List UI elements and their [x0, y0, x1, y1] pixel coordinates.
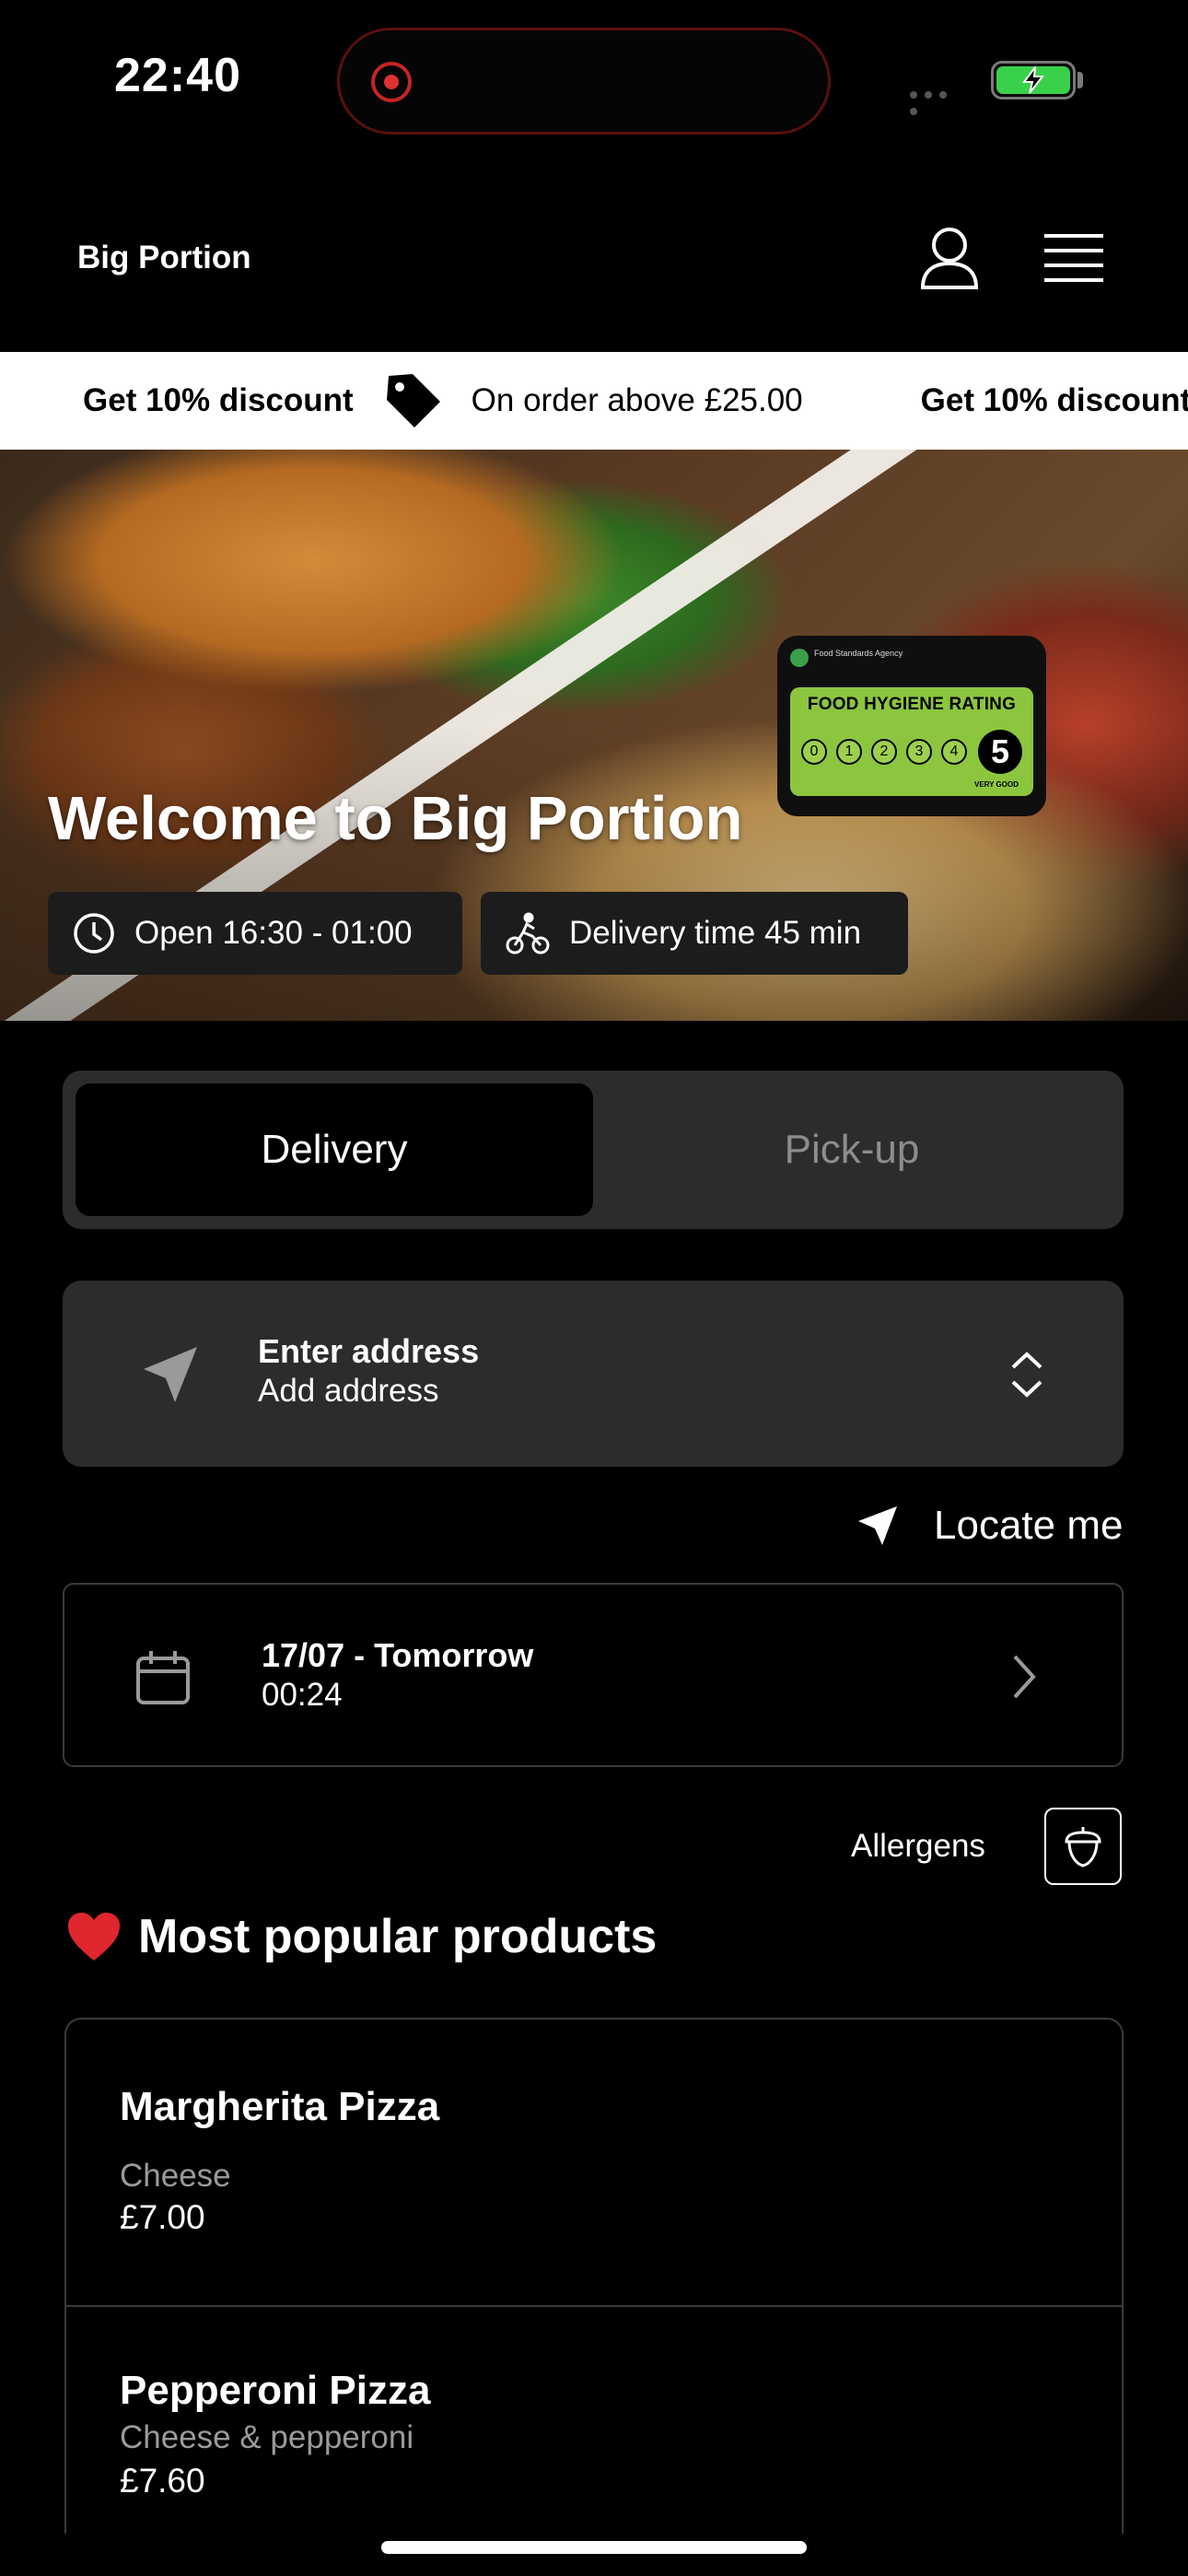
user-icon[interactable]	[919, 227, 980, 291]
hygiene-score-0: 0	[801, 739, 827, 765]
tag-icon	[383, 370, 444, 431]
product-price: £7.60	[120, 2462, 205, 2500]
address-selector[interactable]: Enter address Add address	[63, 1281, 1124, 1467]
schedule-time: 00:24	[262, 1677, 343, 1713]
allergens-button[interactable]	[1044, 1808, 1122, 1885]
location-arrow-icon	[133, 1338, 206, 1411]
product-description: Cheese	[120, 2158, 231, 2194]
order-mode-toggle: Delivery Pick-up	[63, 1071, 1124, 1229]
battery-tip	[1077, 72, 1083, 88]
locate-me-label: Locate me	[934, 1503, 1124, 1548]
battery-icon	[991, 61, 1076, 100]
promo-title-repeat: Get 10% discount	[920, 382, 1188, 418]
hygiene-score-2: 2	[871, 739, 897, 765]
hygiene-score-3: 3	[906, 739, 932, 765]
hygiene-rating: 5	[978, 730, 1022, 774]
brand-name[interactable]: Big Portion	[77, 240, 251, 276]
product-card[interactable]: Margherita Pizza Cheese £7.00	[66, 2020, 1122, 2307]
hygiene-header: Food Standards Agency	[814, 649, 903, 658]
welcome-title: Welcome to Big Portion	[48, 784, 743, 853]
opening-hours-text: Open 16:30 - 01:00	[134, 915, 413, 951]
hero-banner: Food Standards Agency FOOD HYGIENE RATIN…	[0, 450, 1188, 1021]
hygiene-score-1: 1	[836, 739, 862, 765]
heart-icon	[68, 1913, 120, 1961]
signal-icon	[910, 87, 961, 115]
product-card[interactable]: Pepperoni Pizza Cheese & pepperoni £7.60	[66, 2307, 1122, 2534]
product-list: Margherita Pizza Cheese £7.00 Pepperoni …	[64, 2018, 1124, 2534]
tab-pickup[interactable]: Pick-up	[593, 1083, 1111, 1216]
hygiene-footer: VERY GOOD	[973, 780, 1019, 789]
menu-icon[interactable]	[1044, 232, 1103, 286]
hygiene-scale: 0 1 2 3 4 5	[801, 730, 1022, 774]
delivery-time-chip: Delivery time 45 min	[481, 892, 908, 975]
tab-delivery[interactable]: Delivery	[76, 1083, 593, 1216]
popular-title: Most popular products	[138, 1910, 658, 1963]
product-price: £7.00	[120, 2198, 205, 2236]
chevron-up-down-icon	[1004, 1347, 1050, 1402]
promo-subtitle: On order above £25.00	[471, 382, 803, 418]
courier-bike-icon	[506, 912, 550, 954]
location-arrow-icon	[858, 1506, 897, 1545]
food-hygiene-badge: Food Standards Agency FOOD HYGIENE RATIN…	[777, 636, 1046, 816]
schedule-date: 17/07 - Tomorrow	[262, 1636, 534, 1674]
schedule-selector[interactable]: 17/07 - Tomorrow 00:24	[63, 1583, 1124, 1767]
hygiene-score-4: 4	[941, 739, 967, 765]
clock-icon	[74, 913, 114, 954]
address-subtitle: Add address	[258, 1373, 439, 1409]
home-indicator[interactable]	[381, 2541, 807, 2554]
delivery-time-text: Delivery time 45 min	[569, 915, 862, 951]
section-title: Most popular products	[66, 1909, 657, 1964]
product-name: Margherita Pizza	[120, 2084, 440, 2129]
acorn-icon	[1065, 1827, 1101, 1868]
promo-title: Get 10% discount	[83, 382, 354, 418]
recording-icon	[371, 62, 412, 102]
opening-hours-chip: Open 16:30 - 01:00	[48, 892, 462, 975]
hygiene-title: FOOD HYGIENE RATING	[807, 695, 1017, 714]
product-name: Pepperoni Pizza	[120, 2368, 431, 2413]
fsa-logo	[790, 649, 809, 667]
dynamic-island	[337, 28, 831, 135]
locate-me-button[interactable]: Locate me	[855, 1494, 1123, 1557]
address-title: Enter address	[258, 1332, 480, 1370]
product-description: Cheese & pepperoni	[120, 2419, 414, 2455]
chevron-right-icon	[1006, 1651, 1042, 1703]
status-time: 22:40	[114, 49, 241, 102]
allergens-label: Allergens	[851, 1828, 985, 1864]
calendar-icon	[134, 1649, 192, 1706]
promo-banner: Get 10% discount On order above £25.00 G…	[0, 352, 1188, 450]
